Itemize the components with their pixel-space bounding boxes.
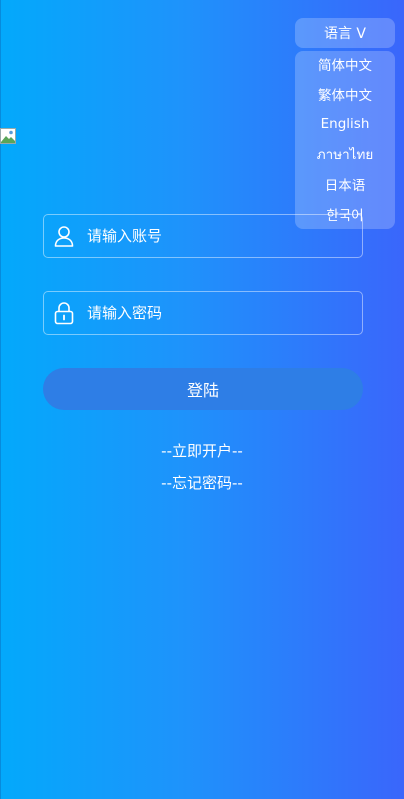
password-input[interactable]: [85, 303, 362, 323]
language-option-zh-hans[interactable]: 简体中文: [295, 49, 395, 79]
password-field[interactable]: [43, 291, 363, 335]
left-edge-divider: [0, 0, 1, 799]
broken-image-icon: [0, 128, 16, 144]
forgot-password-link[interactable]: --忘记密码--: [0, 472, 404, 493]
user-icon: [53, 224, 75, 248]
language-toggle-button[interactable]: 语言 V: [295, 18, 395, 48]
language-option-zh-hant[interactable]: 繁体中文: [295, 79, 395, 109]
account-input[interactable]: [85, 226, 362, 246]
login-button[interactable]: 登陆: [43, 368, 363, 410]
lock-icon: [53, 301, 75, 325]
language-option-english[interactable]: English: [295, 109, 395, 139]
language-option-thai[interactable]: ภาษาไทย: [295, 139, 395, 169]
language-toggle-label: 语言 V: [323, 26, 367, 42]
register-link[interactable]: --立即开户--: [0, 440, 404, 461]
account-field[interactable]: [43, 214, 363, 258]
language-option-japanese[interactable]: 日本语: [295, 169, 395, 199]
language-menu: 简体中文 繁体中文 English ภาษาไทย 日本语 한국어: [295, 51, 395, 229]
